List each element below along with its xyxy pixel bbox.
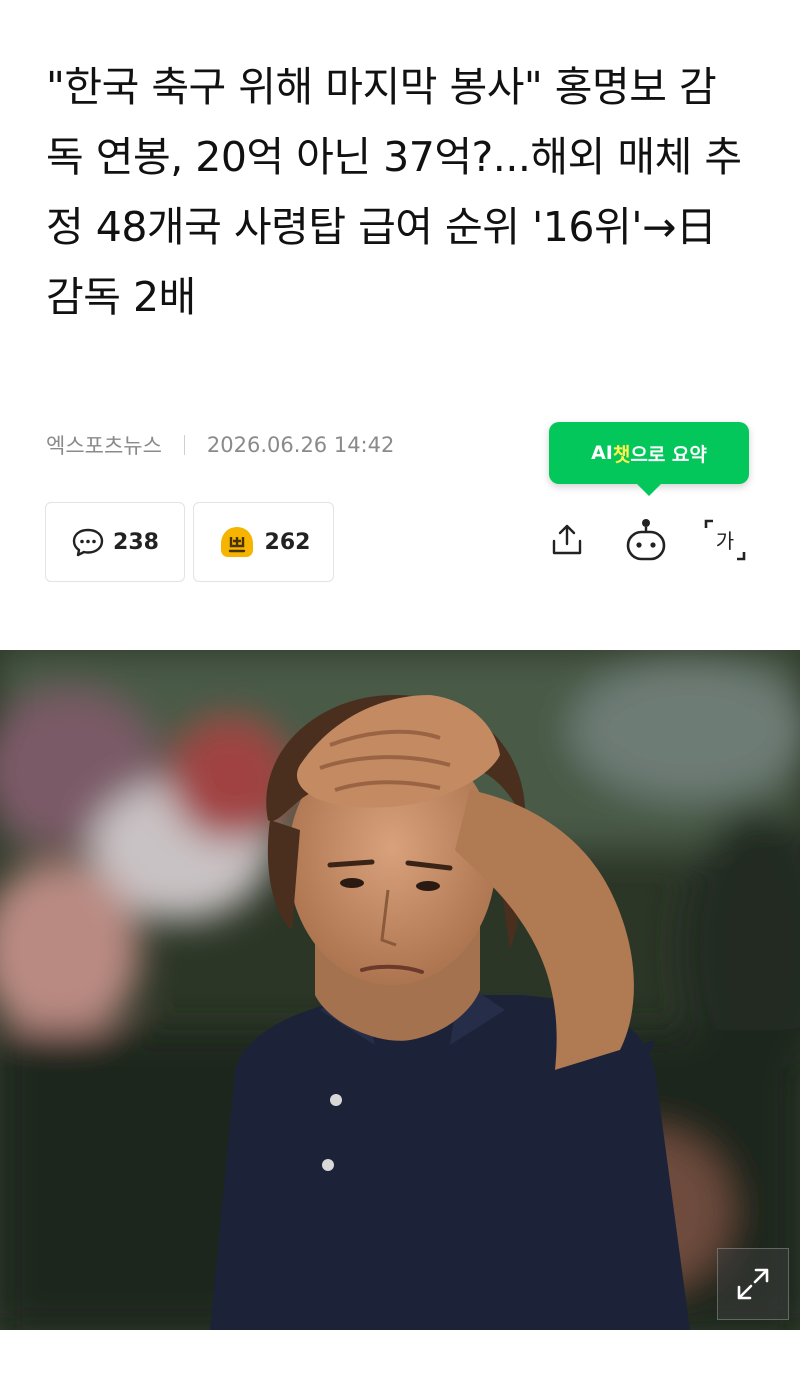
font-size-icon: 가 <box>704 519 746 561</box>
reactions-button[interactable]: 262 <box>193 502 334 582</box>
expand-icon <box>737 1268 769 1300</box>
article-headline: "한국 축구 위해 마지막 봉사" 홍명보 감독 연봉, 20억 아닌 37억?… <box>46 63 742 321</box>
ai-summary-prefix: AI <box>591 442 613 464</box>
coach-photo-illustration <box>0 650 800 1330</box>
ai-summary-button[interactable]: AI 챗 으로 요약 <box>549 422 749 496</box>
share-icon <box>552 524 582 555</box>
ai-summary-chat: 챗 <box>612 443 631 466</box>
article-photo <box>0 650 800 1330</box>
share-button[interactable] <box>545 516 589 564</box>
ai-summary-tail <box>637 484 661 496</box>
font-size-label: 가 <box>716 529 734 553</box>
bot-icon <box>626 519 666 561</box>
bot-button[interactable] <box>624 516 668 564</box>
comment-icon <box>72 528 104 557</box>
comments-button[interactable]: 238 <box>45 502 185 582</box>
comments-count: 238 <box>113 529 159 555</box>
expand-image-button[interactable] <box>717 1248 789 1320</box>
reactions-count: 262 <box>264 529 311 555</box>
article-meta: 엑스포츠뉴스 2026.06.26 14:42 <box>46 430 394 460</box>
article-datetime: 2026.06.26 14:42 <box>206 433 395 457</box>
article-source[interactable]: 엑스포츠뉴스 <box>46 430 162 460</box>
ai-summary-suffix: 으로 요약 <box>630 443 707 466</box>
font-size-button[interactable]: 가 <box>703 516 747 564</box>
meta-divider <box>183 435 185 455</box>
reaction-face-icon <box>220 527 253 557</box>
